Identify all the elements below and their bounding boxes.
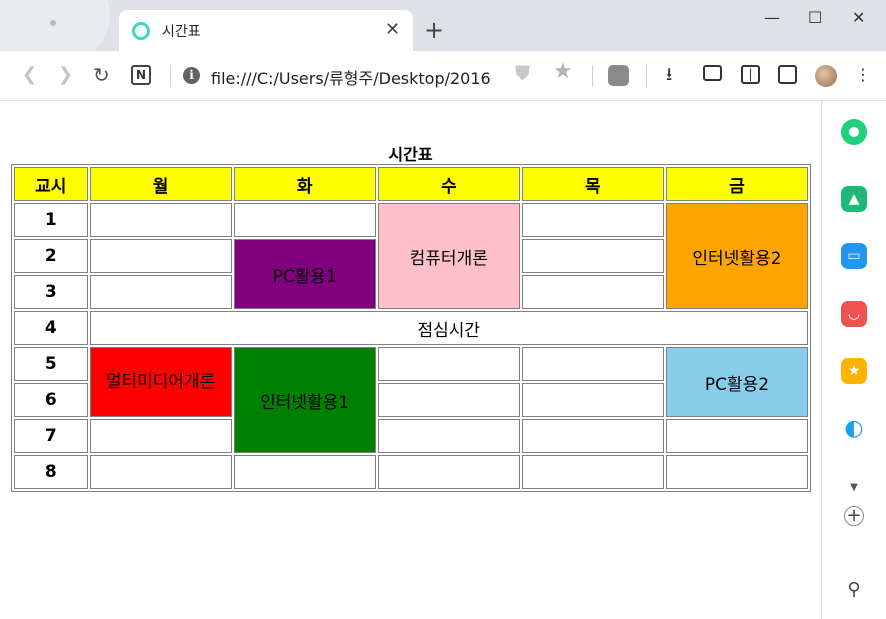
pocket-icon[interactable]: ◡: [841, 301, 867, 327]
empty-cell: [521, 347, 664, 381]
table-row: 5 멀티미디어개론 인터넷활용1 PC활용2: [14, 347, 808, 453]
tab-favicon-icon: [132, 22, 150, 40]
empty-cell: [665, 419, 808, 453]
menu-icon[interactable]: ⋮: [855, 64, 871, 86]
star-icon[interactable]: ★: [553, 61, 573, 83]
empty-cell: [89, 419, 232, 453]
chevron-down-icon[interactable]: ▼: [841, 475, 867, 501]
empty-cell: [233, 455, 376, 489]
table-row: 1 컴퓨터개론 인터넷활용2: [14, 203, 808, 309]
browser-toolbar: ❮ ❯ ↻ N i file:///C:/Users/류형주/Desktop/2…: [0, 51, 886, 101]
tab-bar-decoration: [0, 0, 110, 51]
header-mon: 월: [89, 167, 232, 201]
papago-icon[interactable]: ◐: [841, 416, 867, 442]
period-cell: 3: [14, 275, 88, 309]
whale-icon[interactable]: [841, 119, 867, 145]
side-panel: ▲ ▭ ◡ ★ ◐ ▼ + ⚲: [821, 101, 886, 619]
maximize-icon[interactable]: ☐: [808, 8, 822, 27]
wallet-icon[interactable]: ▭: [841, 243, 867, 269]
forward-icon[interactable]: ❯: [58, 64, 73, 86]
class-pc-1: PC활용1: [233, 239, 376, 309]
empty-cell: [521, 455, 664, 489]
shield-icon[interactable]: ⛊: [515, 62, 530, 84]
class-pc-2: PC활용2: [665, 347, 808, 417]
empty-cell: [521, 383, 664, 417]
lunch-cell: 점심시간: [89, 311, 808, 345]
timetable: 교시 월 화 수 목 금 1 컴퓨터개론 인터넷활용2 2 PC활용1 3 4 …: [11, 164, 811, 492]
close-window-icon[interactable]: ✕: [852, 8, 865, 27]
class-internet-1: 인터넷활용1: [233, 347, 376, 453]
add-icon[interactable]: +: [844, 506, 864, 526]
table-row: 4 점심시간: [14, 311, 808, 345]
table-row: 7: [14, 419, 808, 453]
tab-bar: 시간표 ✕ + — ☐ ✕: [0, 0, 886, 51]
header-thu: 목: [521, 167, 664, 201]
class-multimedia-intro: 멀티미디어개론: [89, 347, 232, 417]
table-row: 8: [14, 455, 808, 489]
bell-icon[interactable]: ▲: [841, 186, 867, 212]
download-icon[interactable]: ⭳: [666, 64, 672, 86]
address-bar[interactable]: file:///C:/Users/류형주/Desktop/2016: [211, 65, 493, 89]
header-period: 교시: [14, 167, 88, 201]
toolbar-separator: [170, 65, 171, 87]
empty-cell: [89, 203, 232, 237]
empty-cell: [233, 203, 376, 237]
empty-cell: [521, 275, 664, 309]
class-computer-intro: 컴퓨터개론: [377, 203, 520, 309]
empty-cell: [665, 455, 808, 489]
reload-icon[interactable]: ↻: [93, 64, 110, 86]
active-tab[interactable]: 시간표 ✕: [119, 10, 413, 51]
empty-cell: [377, 383, 520, 417]
empty-cell: [89, 455, 232, 489]
class-internet-2: 인터넷활용2: [665, 203, 808, 309]
avatar[interactable]: [815, 65, 837, 87]
period-cell: 2: [14, 239, 88, 273]
back-icon[interactable]: ❮: [22, 64, 37, 86]
empty-cell: [377, 455, 520, 489]
extension-icon[interactable]: [608, 65, 629, 86]
minimize-icon[interactable]: —: [764, 8, 780, 27]
empty-cell: [521, 239, 664, 273]
tab-close-icon[interactable]: ✕: [385, 19, 400, 40]
page-title: 시간표: [388, 145, 433, 164]
notion-icon[interactable]: N: [131, 65, 151, 85]
toolbar-separator: [592, 65, 593, 87]
period-cell: 4: [14, 311, 88, 345]
period-cell: 1: [14, 203, 88, 237]
header-tue: 화: [233, 167, 376, 201]
bookmark-star-icon[interactable]: ★: [841, 358, 867, 384]
split-view-icon[interactable]: [778, 65, 797, 84]
tab-title: 시간표: [162, 24, 201, 40]
reader-icon[interactable]: |: [741, 65, 760, 84]
header-fri: 금: [665, 167, 808, 201]
empty-cell: [89, 239, 232, 273]
toolbar-separator: [646, 65, 647, 87]
pin-icon[interactable]: ⚲: [841, 577, 867, 603]
header-wed: 수: [377, 167, 520, 201]
period-cell: 7: [14, 419, 88, 453]
new-tab-icon[interactable]: +: [424, 18, 444, 42]
period-cell: 5: [14, 347, 88, 381]
empty-cell: [89, 275, 232, 309]
camera-icon[interactable]: [703, 65, 722, 81]
info-icon[interactable]: i: [183, 67, 200, 84]
empty-cell: [521, 419, 664, 453]
period-cell: 6: [14, 383, 88, 417]
empty-cell: [377, 419, 520, 453]
table-header-row: 교시 월 화 수 목 금: [14, 167, 808, 201]
empty-cell: [377, 347, 520, 381]
empty-cell: [521, 203, 664, 237]
period-cell: 8: [14, 455, 88, 489]
